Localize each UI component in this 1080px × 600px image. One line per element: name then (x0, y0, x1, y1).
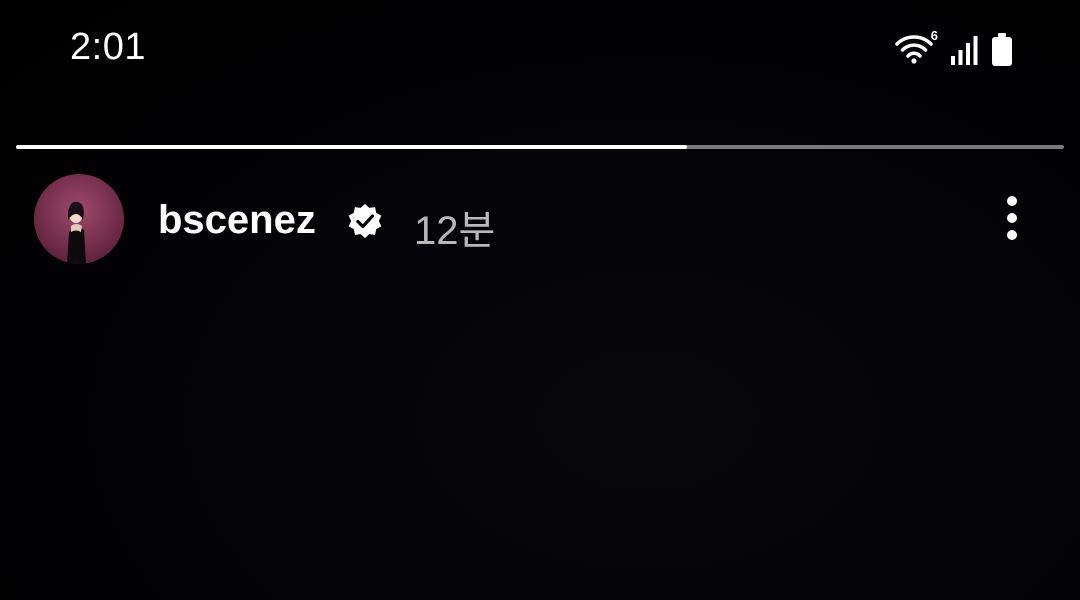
status-bar: 2:01 6 (0, 0, 1080, 100)
wifi-icon: 6 (894, 28, 940, 68)
cellular-signal-icon (951, 36, 978, 65)
story-header: bscenez 12분 (0, 174, 1080, 266)
status-time: 2:01 (70, 26, 146, 68)
battery-icon (992, 33, 1012, 66)
username[interactable]: bscenez (158, 198, 316, 243)
time-ago: 12분 (414, 209, 496, 253)
more-options-button[interactable] (994, 190, 1030, 246)
status-icons: 6 (894, 28, 1014, 70)
avatar[interactable] (34, 174, 124, 264)
wifi-badge: 6 (930, 28, 938, 43)
story-progress-bar (16, 145, 1064, 149)
more-vertical-icon (1007, 196, 1017, 206)
story-progress-fill (16, 145, 687, 149)
verified-badge-icon (348, 203, 382, 239)
